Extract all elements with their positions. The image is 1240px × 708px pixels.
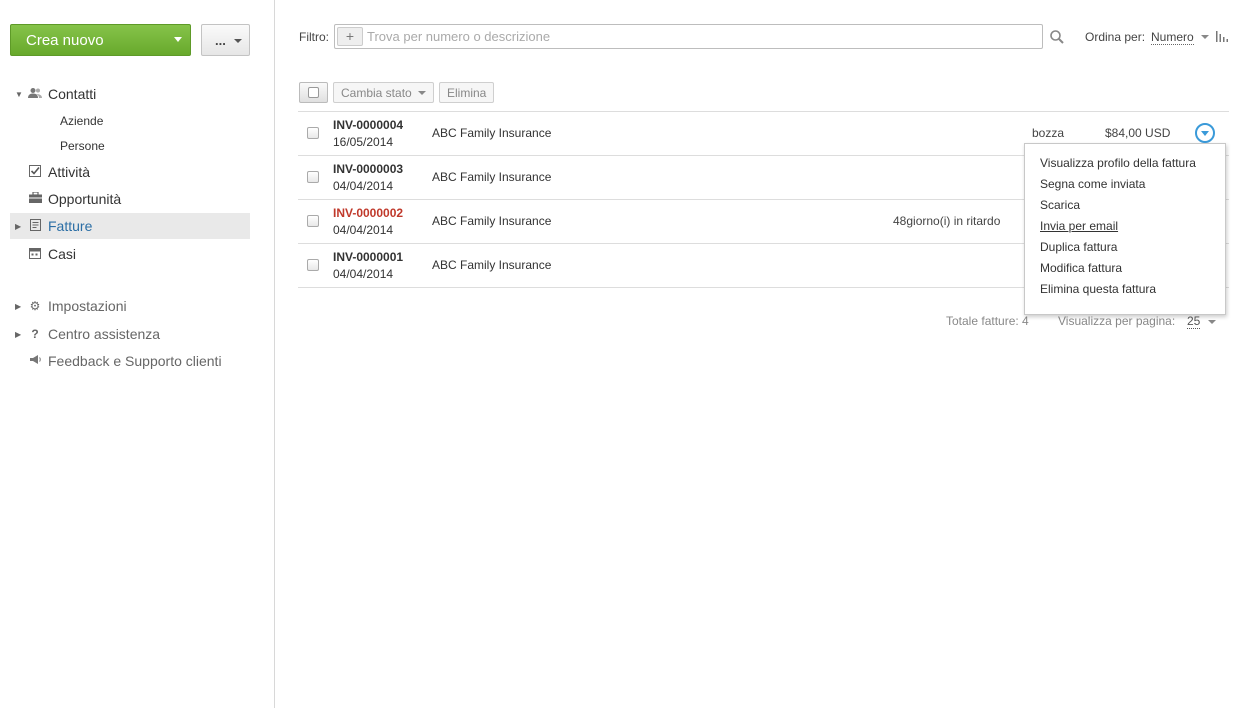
invoice-amount: $84,00 USD	[1105, 126, 1171, 140]
expand-triangle-icon[interactable]: ▶	[15, 302, 21, 311]
invoice-number[interactable]: INV-0000004	[333, 118, 403, 132]
chevron-down-icon	[174, 37, 182, 42]
sidebar-item-label: Fatture	[48, 218, 93, 234]
expand-triangle-icon[interactable]: ▶	[15, 222, 21, 231]
sidebar-item-cases[interactable]: Casi	[10, 241, 250, 267]
menu-item-download[interactable]: Scarica	[1040, 198, 1080, 212]
row-actions-menu: Visualizza profilo della fattura Segna c…	[1024, 143, 1226, 315]
invoice-icon	[28, 218, 42, 234]
delete-label: Elimina	[447, 85, 487, 100]
create-new-button[interactable]: Crea nuovo	[10, 24, 191, 56]
checkbox-box	[308, 87, 319, 98]
total-invoices: Totale fatture: 4	[946, 314, 1029, 328]
search-icon[interactable]	[1049, 29, 1065, 45]
invoice-client[interactable]: ABC Family Insurance	[432, 170, 551, 184]
sort-direction-icon[interactable]	[1216, 31, 1228, 42]
sidebar-item-invoices[interactable]: ▶ Fatture	[10, 213, 250, 239]
menu-item-duplicate[interactable]: Duplica fattura	[1040, 240, 1117, 254]
expand-triangle-icon[interactable]: ▶	[15, 330, 21, 339]
search-input[interactable]	[367, 28, 1027, 45]
invoice-date: 04/04/2014	[333, 223, 394, 237]
select-all-checkbox[interactable]	[299, 82, 328, 103]
invoice-number[interactable]: INV-0000002	[333, 206, 403, 220]
invoice-number[interactable]: INV-0000001	[333, 250, 403, 264]
sidebar-item-people[interactable]: Persone	[60, 139, 105, 153]
invoice-date: 04/04/2014	[333, 179, 394, 193]
sidebar-item-activities[interactable]: Attività	[10, 159, 250, 185]
chevron-down-icon[interactable]	[1201, 35, 1209, 39]
add-filter-button[interactable]: +	[337, 27, 363, 46]
invoice-number[interactable]: INV-0000003	[333, 162, 403, 176]
chevron-down-icon[interactable]	[1208, 320, 1216, 324]
invoice-client[interactable]: ABC Family Insurance	[432, 214, 551, 228]
more-actions-button[interactable]: ...	[201, 24, 250, 56]
create-new-label: Crea nuovo	[26, 31, 104, 49]
briefcase-icon	[28, 191, 42, 206]
change-status-label: Cambia stato	[341, 85, 412, 100]
menu-item-delete[interactable]: Elimina questa fattura	[1040, 282, 1156, 296]
chevron-down-icon	[417, 90, 426, 95]
invoice-date: 16/05/2014	[333, 135, 394, 149]
per-page-label: Visualizza per pagina:	[1058, 314, 1176, 328]
sidebar-item-label: Impostazioni	[48, 298, 127, 314]
chevron-down-icon	[234, 39, 242, 43]
overdue-notice: 48giorno(i) in ritardo	[893, 214, 1001, 228]
row-checkbox[interactable]	[307, 259, 319, 271]
sidebar-item-label: Feedback e Supporto clienti	[48, 353, 222, 369]
row-checkbox[interactable]	[307, 171, 319, 183]
sidebar-item-feedback[interactable]: Feedback e Supporto clienti	[10, 348, 250, 374]
sort-label: Ordina per:	[1085, 30, 1146, 44]
invoice-client[interactable]: ABC Family Insurance	[432, 126, 551, 140]
megaphone-icon	[28, 354, 42, 368]
change-status-button[interactable]: Cambia stato	[333, 82, 434, 103]
row-checkbox[interactable]	[307, 215, 319, 227]
sidebar: Crea nuovo ... ▼ Contatti Aziende Person…	[0, 0, 275, 708]
menu-item-view-profile[interactable]: Visualizza profilo della fattura	[1040, 156, 1196, 170]
sort-select[interactable]: Numero	[1151, 30, 1194, 45]
expand-triangle-icon[interactable]: ▼	[15, 90, 23, 99]
per-page-select[interactable]: 25	[1187, 314, 1201, 329]
invoice-client[interactable]: ABC Family Insurance	[432, 258, 551, 272]
row-actions-dropdown-icon[interactable]	[1195, 123, 1215, 143]
sidebar-item-help[interactable]: ▶ ? Centro assistenza	[10, 321, 250, 347]
gear-icon: ⚙	[29, 299, 41, 313]
menu-item-mark-sent[interactable]: Segna come inviata	[1040, 177, 1145, 191]
filter-field[interactable]: +	[334, 24, 1043, 49]
invoice-status: bozza	[1032, 126, 1065, 140]
invoice-date: 04/04/2014	[333, 267, 394, 281]
sidebar-item-companies[interactable]: Aziende	[60, 114, 103, 128]
menu-item-edit[interactable]: Modifica fattura	[1040, 261, 1122, 275]
more-actions-label: ...	[215, 32, 226, 48]
calendar-icon	[28, 247, 42, 262]
sidebar-item-label: Contatti	[48, 86, 97, 102]
sidebar-item-label: Casi	[48, 246, 77, 262]
delete-button[interactable]: Elimina	[439, 82, 495, 103]
sidebar-item-contacts[interactable]: ▼ Contatti	[10, 81, 250, 107]
sidebar-item-label: Attività	[48, 164, 91, 180]
sidebar-item-label: Centro assistenza	[48, 326, 161, 342]
sidebar-item-opportunities[interactable]: Opportunità	[10, 186, 250, 212]
sidebar-item-label: Opportunità	[48, 191, 122, 207]
sidebar-item-settings[interactable]: ▶ ⚙ Impostazioni	[10, 293, 250, 319]
filter-label: Filtro:	[299, 30, 329, 44]
row-checkbox[interactable]	[307, 127, 319, 139]
checkbox-task-icon	[28, 164, 42, 180]
contacts-icon	[28, 87, 42, 102]
question-icon: ?	[31, 327, 39, 341]
menu-item-send-email[interactable]: Invia per email	[1040, 219, 1118, 233]
